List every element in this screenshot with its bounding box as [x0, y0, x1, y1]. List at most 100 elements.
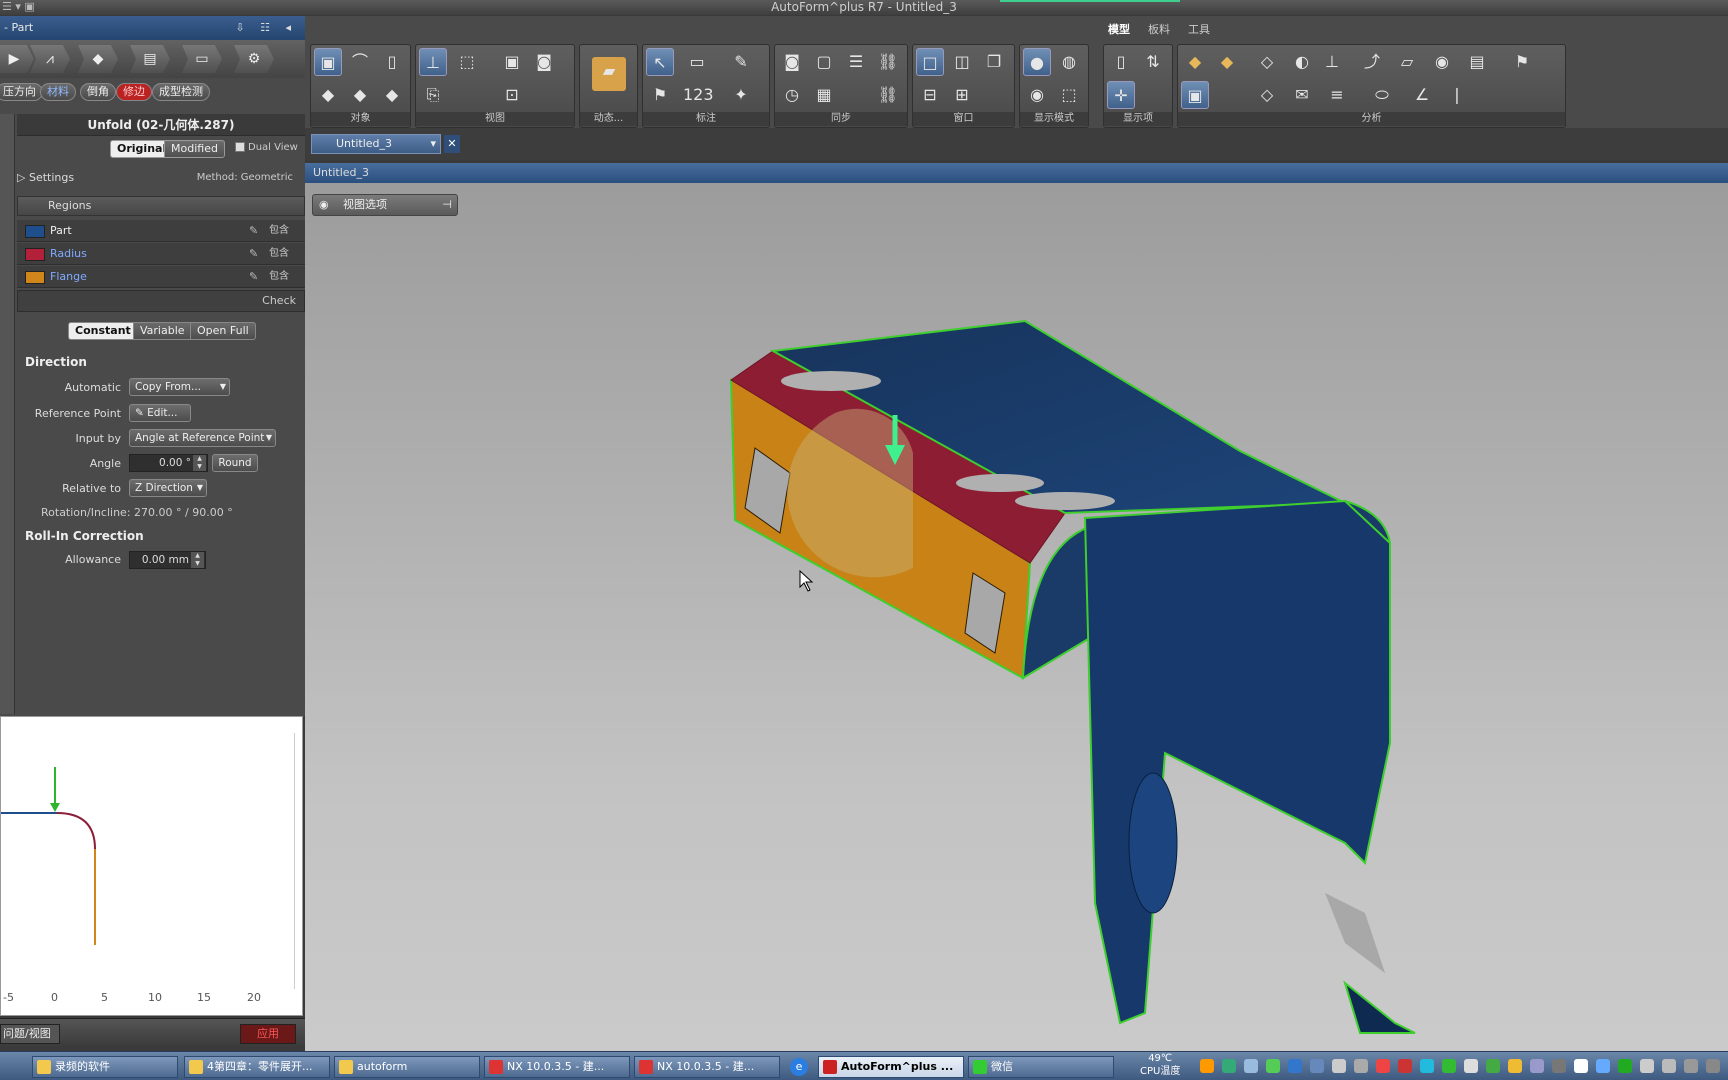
- section-profile-view[interactable]: -5 0 5 10 15 20: [0, 716, 303, 1016]
- region-row-flange[interactable]: Flange ✎ 包含: [17, 266, 305, 288]
- analysis-ellipse-icon[interactable]: ⬭: [1368, 81, 1396, 109]
- tab-blank[interactable]: 板料: [1148, 21, 1170, 37]
- tray-info-icon[interactable]: [1596, 1059, 1610, 1073]
- export-view-icon[interactable]: ⎘: [419, 81, 447, 109]
- taskbar-item-nx-2[interactable]: NX 10.0.3.5 - 建...: [634, 1056, 780, 1078]
- check-button[interactable]: Check: [17, 290, 305, 312]
- analysis-axis-icon[interactable]: ⊥: [1318, 48, 1346, 76]
- modified-toggle[interactable]: Modified: [164, 140, 225, 158]
- analysis-line-icon[interactable]: ≡: [1323, 81, 1351, 109]
- object-surface-icon[interactable]: ⌒: [346, 48, 374, 76]
- display-item-arrow-icon[interactable]: ⇅: [1139, 48, 1167, 76]
- edit-reference-button[interactable]: ✎ Edit...: [129, 404, 191, 422]
- analysis-angle-icon[interactable]: ∠: [1408, 81, 1436, 109]
- shape-icon-2[interactable]: ◆: [346, 81, 374, 109]
- analysis-surface-2-icon[interactable]: ◆: [1213, 48, 1241, 76]
- checkbox-box[interactable]: [235, 142, 245, 152]
- part-region-wall[interactable]: [1083, 499, 1391, 1025]
- center-view-icon[interactable]: ⊡: [498, 81, 526, 109]
- measure-icon[interactable]: ▭: [683, 48, 711, 76]
- automatic-dropdown[interactable]: Copy From... ▼: [129, 378, 230, 396]
- label-icon[interactable]: ⚑: [646, 81, 674, 109]
- input-by-dropdown[interactable]: Angle at Reference Point ▼: [129, 429, 276, 447]
- region-color-swatch[interactable]: [25, 248, 45, 261]
- sync-image-icon[interactable]: ▦: [810, 81, 838, 109]
- tray-yellow-icon[interactable]: [1508, 1059, 1522, 1073]
- taskbar-item-chapter4[interactable]: 4第四章：零件展开...: [184, 1056, 330, 1078]
- process-step-icon-1[interactable]: ▶: [0, 45, 34, 73]
- chevron-down-icon[interactable]: ▾: [430, 135, 436, 153]
- panel-header-icons[interactable]: ⇩ ☷ ◂: [235, 16, 297, 40]
- cascade-window-icon[interactable]: ❐: [980, 48, 1008, 76]
- ie-icon[interactable]: e: [790, 1058, 808, 1076]
- camera-icon[interactable]: ◙: [530, 48, 558, 76]
- variable-toggle[interactable]: Variable: [133, 322, 192, 340]
- tray-flag-icon[interactable]: [1552, 1059, 1566, 1073]
- dynamic-section-icon[interactable]: ▰: [592, 57, 626, 91]
- settings-row[interactable]: ▷ Settings Method: Geometric: [17, 168, 305, 188]
- process-tab-direction[interactable]: 压方向: [0, 83, 43, 101]
- link-icon[interactable]: ⛓: [874, 48, 902, 76]
- taskbar-item-nx-1[interactable]: NX 10.0.3.5 - 建...: [484, 1056, 630, 1078]
- analysis-envelope-icon[interactable]: ✉: [1288, 81, 1316, 109]
- region-row-part[interactable]: Part ✎ 包含: [17, 220, 305, 242]
- analysis-tool-icon[interactable]: ◐: [1288, 48, 1316, 76]
- taskbar-item-recorder[interactable]: 录频的软件: [32, 1056, 178, 1078]
- split-window-icon[interactable]: ◫: [948, 48, 976, 76]
- marker-icon[interactable]: ✎: [727, 48, 755, 76]
- process-tab-trim[interactable]: 修边: [116, 83, 152, 101]
- tray-show-desktop-icon[interactable]: [1706, 1059, 1720, 1073]
- tray-chat-icon[interactable]: [1266, 1059, 1280, 1073]
- process-tab-formability[interactable]: 成型检测: [152, 83, 210, 101]
- shaded-mode-icon[interactable]: ●: [1023, 48, 1051, 76]
- analysis-window-icon[interactable]: ▤: [1463, 48, 1491, 76]
- region-row-radius[interactable]: Radius ✎ 包含: [17, 243, 305, 265]
- fit-view-icon[interactable]: ▣: [498, 48, 526, 76]
- analysis-sphere-icon[interactable]: ◉: [1428, 48, 1456, 76]
- axis-view-icon[interactable]: ⊥: [419, 48, 447, 76]
- tray-keyboard-icon[interactable]: [1684, 1059, 1698, 1073]
- taskbar-item-wechat[interactable]: 微信: [968, 1056, 1114, 1078]
- tab-tools[interactable]: 工具: [1188, 21, 1210, 37]
- tray-round-icon[interactable]: [1530, 1059, 1544, 1073]
- tray-nvidia-icon[interactable]: [1618, 1059, 1632, 1073]
- clock-icon[interactable]: ◷: [778, 81, 806, 109]
- angle-spinbox[interactable]: 0.00 ° ▲ ▼: [129, 454, 208, 472]
- magic-icon[interactable]: ✦: [727, 81, 755, 109]
- object-select-icon[interactable]: ▣: [314, 48, 342, 76]
- pointer-icon[interactable]: ↖: [646, 48, 674, 76]
- process-step-icon-5[interactable]: ▭: [182, 45, 222, 73]
- taskbar-item-autoform[interactable]: AutoForm^plus ...: [818, 1056, 964, 1078]
- tray-arrow-icon[interactable]: [1574, 1059, 1588, 1073]
- close-icon[interactable]: ✕: [444, 135, 460, 153]
- region-color-swatch[interactable]: [25, 271, 45, 284]
- part-model-svg[interactable]: [305, 183, 1728, 1051]
- process-step-icon-3[interactable]: ◆: [78, 45, 118, 73]
- process-step-icon-2[interactable]: ⩘: [30, 45, 70, 73]
- tray-sound-icon[interactable]: [1244, 1059, 1258, 1073]
- view-box-icon[interactable]: ⬚: [453, 48, 481, 76]
- tray-display-icon[interactable]: [1662, 1059, 1676, 1073]
- part-tab[interactable]: [1343, 980, 1416, 1034]
- spin-arrows-icon[interactable]: ▲ ▼: [193, 455, 206, 471]
- process-tab-fillet[interactable]: 倒角: [80, 83, 116, 101]
- sync-list-icon[interactable]: ☰: [842, 48, 870, 76]
- view-options-button[interactable]: ◉ 视图选项 ⊣: [312, 194, 458, 216]
- analysis-surface-icon[interactable]: ◆: [1181, 48, 1209, 76]
- analysis-flat-icon[interactable]: ◇: [1253, 81, 1281, 109]
- sync-label-icon[interactable]: ▢: [810, 48, 838, 76]
- dual-view-checkbox[interactable]: Dual View: [235, 142, 298, 153]
- tab-model[interactable]: 模型: [1108, 21, 1130, 37]
- region-pin-icon[interactable]: ✎: [249, 266, 258, 288]
- expand-arrow-icon[interactable]: ▷: [17, 171, 29, 184]
- tray-browser-icon[interactable]: [1200, 1059, 1214, 1073]
- allowance-spinbox[interactable]: 0.00 mm ▲ ▼: [129, 551, 206, 569]
- tray-green-icon[interactable]: [1486, 1059, 1500, 1073]
- tray-network-icon[interactable]: [1288, 1059, 1302, 1073]
- process-step-icon-6[interactable]: ⚙: [234, 45, 274, 73]
- tray-security-icon[interactable]: [1376, 1059, 1390, 1073]
- spin-arrows-icon[interactable]: ▲ ▼: [191, 552, 204, 568]
- tray-tool-icon[interactable]: [1332, 1059, 1346, 1073]
- analysis-active-icon[interactable]: ▣: [1181, 81, 1209, 109]
- value-icon[interactable]: 123: [683, 81, 714, 109]
